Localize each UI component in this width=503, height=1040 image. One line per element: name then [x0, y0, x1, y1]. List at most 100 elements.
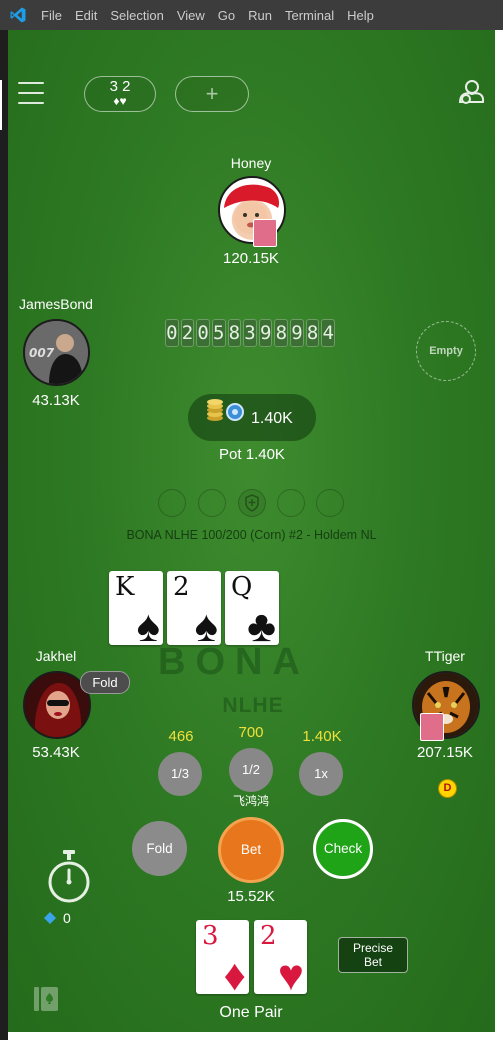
board-card-2: 2 ♠: [167, 571, 221, 649]
profile-settings-icon[interactable]: [456, 78, 486, 108]
board-card-3: Q ♣: [225, 571, 279, 649]
hand-result: One Pair: [219, 1004, 283, 1021]
hand-suits: ♦♥: [113, 94, 127, 108]
bet-one-third-button[interactable]: 1/3: [158, 752, 202, 796]
counter-digit: 8: [227, 319, 242, 347]
preset-value-half: 700: [238, 724, 264, 741]
player-name-ttiger: TTiger: [425, 648, 465, 664]
hero-name: 飞鸿鸿: [232, 794, 269, 808]
card-deck-icon[interactable]: [32, 985, 60, 1013]
preset-value-pot: 1.40K: [302, 728, 342, 745]
hamburger-icon[interactable]: [18, 82, 44, 104]
timer-icon[interactable]: [46, 848, 92, 906]
counter-digit: 9: [290, 319, 304, 347]
precise-bet-button[interactable]: Precise Bet: [338, 937, 408, 973]
bet-button[interactable]: Bet: [218, 817, 284, 883]
check-button[interactable]: Check: [313, 819, 373, 879]
player-name-jamesbond: JamesBond: [19, 296, 93, 312]
seat-indicator[interactable]: [158, 489, 186, 517]
precise-bet-line1: Precise: [352, 941, 393, 955]
pot-amount: 1.40K: [251, 410, 293, 427]
pot-label: Pot 1.40K: [219, 446, 285, 463]
add-table-button[interactable]: +: [175, 76, 249, 112]
menu-bar: File Edit Selection View Go Run Terminal…: [0, 0, 503, 30]
editor-activity-strip: [0, 30, 8, 1040]
fold-label: Fold: [146, 841, 173, 856]
bet-label: Bet: [240, 842, 262, 857]
preset-label: 1x: [314, 766, 328, 781]
player-name-honey: Honey: [230, 155, 272, 171]
card-rank: 3: [202, 921, 219, 951]
menu-view[interactable]: View: [177, 8, 205, 23]
counter-digit: 0: [165, 319, 179, 347]
svg-text:007: 007: [29, 346, 55, 360]
menu-help[interactable]: Help: [347, 8, 374, 23]
hole-card-2: 2 ♥: [254, 920, 307, 998]
card-rank: Q: [231, 572, 253, 602]
card-rank: K: [115, 572, 135, 602]
bet-one-half-button[interactable]: 1/2: [229, 748, 273, 792]
bet-pot-button[interactable]: 1x: [299, 752, 343, 796]
player-chips-honey: 120.15K: [223, 250, 279, 267]
hand-ranks: 3 2: [109, 78, 131, 95]
counter-digit: 8: [274, 319, 289, 347]
dealer-button: D: [438, 779, 457, 798]
preset-label: 1/2: [241, 762, 261, 777]
player-chips-jamesbond: 43.13K: [32, 392, 80, 409]
menu-run[interactable]: Run: [248, 8, 272, 23]
empty-seat-label: Empty: [429, 345, 463, 357]
active-indicator: [0, 80, 2, 130]
menu-file[interactable]: File: [41, 8, 62, 23]
plus-icon: +: [205, 81, 219, 106]
counter-digit: 8: [305, 319, 320, 347]
counter-digit: 4: [321, 319, 336, 347]
player-name-jakhel: Jakhel: [35, 648, 77, 664]
precise-bet-line2: Bet: [363, 955, 382, 969]
table-info: BONA NLHE 100/200 (Corn) #2 - Holdem NL: [126, 528, 377, 542]
counter-digit: 5: [211, 319, 226, 347]
player-chips-jakhel: 53.43K: [32, 744, 80, 761]
menu-go[interactable]: Go: [218, 8, 235, 23]
menu-terminal[interactable]: Terminal: [285, 8, 334, 23]
card-back-icon: [420, 713, 444, 741]
hand-history-button[interactable]: 3 2 ♦♥: [84, 76, 156, 112]
card-suit: ♣: [247, 602, 276, 651]
vscode-icon[interactable]: [9, 6, 27, 24]
card-rank: 2: [173, 572, 190, 602]
diamond-count: 0: [63, 910, 71, 926]
card-back-icon: [253, 219, 277, 247]
nlhe-logo: NLHE: [222, 694, 284, 717]
diamond-currency-icon: [44, 912, 56, 924]
seat-indicator[interactable]: [316, 489, 344, 517]
fold-button[interactable]: Fold: [132, 821, 187, 876]
preset-value-third: 466: [168, 728, 194, 745]
counter-digit: 0: [196, 319, 210, 347]
preset-label: 1/3: [170, 766, 190, 781]
empty-seat[interactable]: Empty: [416, 321, 476, 381]
avatar-jamesbond[interactable]: 007: [23, 319, 90, 386]
chips-icon: [207, 399, 244, 421]
shield-icon: [245, 494, 259, 512]
counter-digit: 9: [258, 319, 273, 347]
check-label: Check: [323, 841, 363, 856]
player-chips-ttiger: 207.15K: [417, 744, 473, 761]
card-suit: ♦: [223, 951, 246, 1000]
seat-indicator[interactable]: [198, 489, 226, 517]
card-suit: ♠: [194, 602, 218, 651]
seat-indicator[interactable]: [277, 489, 305, 517]
card-suit: ♥: [277, 951, 304, 1000]
fold-status-badge: Fold: [80, 671, 130, 694]
counter-digit: 2: [180, 319, 195, 347]
menu-edit[interactable]: Edit: [75, 8, 97, 23]
poker-table: 3 2 ♦♥ + Honey 120.15K JamesBond 007 43.…: [8, 30, 495, 1032]
game-counter: 0 2 0 5 8 3 9 8 9 8 4: [165, 319, 336, 351]
hole-card-1: 3 ♦: [196, 920, 249, 998]
avatar-jamesbond-image: 007: [25, 321, 88, 384]
board-card-1: K ♠: [109, 571, 163, 649]
menu-selection[interactable]: Selection: [110, 8, 163, 23]
window-edge: [495, 30, 503, 1040]
counter-digit: 3: [243, 319, 257, 347]
card-rank: 2: [260, 921, 277, 951]
hero-chips: 15.52K: [227, 888, 275, 905]
seat-indicator-active[interactable]: [238, 489, 266, 517]
